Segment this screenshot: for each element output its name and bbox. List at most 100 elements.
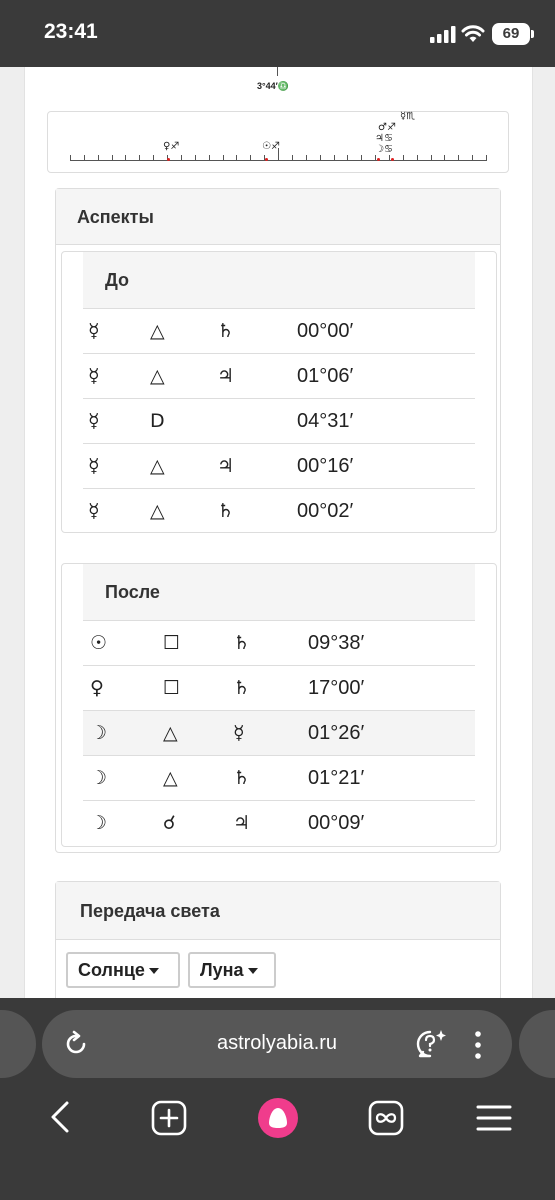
ruler-tick	[305, 155, 307, 161]
after-panel: После ☉ ☐ ♄ 09°38′ ♀ ☐ ♄ 17°00′ ☽ △ ☿ 01°26′ ☽ △ ♄ 01°2…	[61, 563, 497, 847]
aspect-planet-1: ☿	[88, 500, 100, 522]
ruler-tick	[291, 155, 293, 161]
aspect-orb: 00°09′	[308, 812, 365, 834]
planet-select-to[interactable]: Луна	[188, 952, 276, 988]
ruler-tick	[125, 155, 127, 161]
ruler-tick	[250, 155, 252, 161]
ruler-tick	[486, 155, 488, 161]
planet-select-to-value: Луна	[200, 960, 244, 980]
sun-dot	[265, 158, 268, 161]
aspect-planet-1: ☿	[88, 320, 100, 342]
back-icon[interactable]	[48, 1100, 72, 1134]
aspect-type: △	[163, 767, 178, 789]
aspect-planet-2: ♃	[233, 812, 251, 834]
aspect-orb: 00°16′	[297, 455, 354, 477]
menu-icon[interactable]	[476, 1104, 512, 1132]
aspect-row: ☽ △ ☿ 01°26′	[83, 710, 475, 755]
ruler-tick	[458, 155, 460, 161]
planet-marker-jupiter: ♃♋	[375, 133, 393, 144]
aspect-row: ☽ ☌ ♃ 00°09′	[83, 800, 475, 845]
light-transfer-header: Передача света	[56, 882, 500, 940]
aspect-type: △	[150, 320, 165, 342]
aspect-row: ☉ ☐ ♄ 09°38′	[83, 620, 475, 665]
new-tab-icon[interactable]	[151, 1100, 187, 1136]
mercury-dot	[391, 158, 394, 161]
aspect-planet-2: ♃	[217, 365, 235, 387]
light-transfer-title: Передача света	[80, 901, 220, 921]
aspect-orb: 17°00′	[308, 677, 365, 699]
ruler-tick	[361, 155, 363, 161]
ruler-tick	[139, 155, 141, 161]
aspect-row: ☿ △ ♄ 00°02′	[83, 488, 475, 533]
aspects-header: Аспекты	[56, 189, 500, 245]
aspect-row: ☿ △ ♃ 00°16′	[83, 443, 475, 488]
address-bar[interactable]: astrolyabia.ru	[42, 1010, 512, 1078]
ruler-tick	[402, 155, 404, 161]
ruler-tick	[208, 155, 210, 161]
aspect-planet-2: ♄	[217, 500, 235, 522]
aspect-type: ☐	[163, 632, 181, 654]
aspect-type: △	[150, 455, 165, 477]
aspect-planet-1: ☿	[88, 410, 100, 432]
after-header: После	[83, 564, 475, 620]
aspect-planet-1: ☉	[90, 632, 108, 654]
aspect-planet-1: ☽	[90, 767, 108, 789]
ruler-tick	[222, 155, 224, 161]
aspect-orb: 01°21′	[308, 767, 365, 789]
aspect-orb: 00°02′	[297, 500, 354, 522]
aspect-row: ☽ △ ♄ 01°21′	[83, 755, 475, 800]
status-bar: 23:41 69	[0, 0, 555, 67]
aspect-type: ☌	[163, 812, 176, 834]
aspect-orb: 09°38′	[308, 632, 365, 654]
ruler-tick	[333, 155, 335, 161]
aspect-planet-2: ♄	[233, 677, 251, 699]
web-page: 3°44′♎ ♀♐ ☉♐ ☿♏ ♂♐ ♃♋ ☽♋ Аспекты До ☿ △ ♄ 0…	[24, 67, 533, 1011]
ruler-tick	[180, 155, 182, 161]
top-degree-label: 3°44′♎	[257, 81, 289, 91]
planet-marker-moon: ☽♋	[375, 144, 393, 155]
ruler-tick	[97, 155, 99, 161]
aspect-planet-1: ♀	[90, 677, 104, 699]
more-vertical-icon[interactable]	[472, 1030, 484, 1060]
after-title: После	[105, 582, 160, 602]
aspect-type: △	[150, 365, 165, 387]
planet-marker-sun: ☉♐	[262, 141, 280, 152]
aspect-type: △	[150, 500, 165, 522]
aspect-type: D	[150, 410, 165, 432]
venus-dot	[167, 158, 170, 161]
alice-assistant-icon[interactable]	[257, 1097, 299, 1139]
aspect-row: ☿ △ ♄ 00°00′	[83, 308, 475, 353]
aspect-orb: 00°00′	[297, 320, 354, 342]
planet-marker-venus: ♀♐	[163, 141, 180, 152]
ruler-tick	[375, 155, 377, 161]
ruler-tick	[319, 155, 321, 161]
chevron-down-icon	[247, 968, 258, 975]
aspect-type: △	[163, 722, 178, 744]
tabs-icon[interactable]	[368, 1100, 404, 1136]
aspects-title: Аспекты	[77, 207, 154, 227]
ruler-tick	[472, 155, 474, 161]
planet-select-from-value: Солнце	[78, 960, 145, 980]
aspect-planet-2: ♄	[233, 632, 251, 654]
ruler-tick	[236, 155, 238, 161]
wifi-icon	[461, 25, 485, 42]
ruler-tick	[70, 155, 71, 161]
ruler-tick	[153, 155, 155, 161]
degree-marker	[277, 67, 278, 76]
ai-assistant-icon[interactable]	[414, 1028, 448, 1060]
planet-marker-mars: ♂♐	[378, 122, 396, 133]
aspect-planet-2: ☿	[233, 722, 245, 744]
planet-select-from[interactable]: Солнце	[66, 952, 180, 988]
aspect-orb: 01°06′	[297, 365, 354, 387]
ruler-tick	[111, 155, 113, 161]
aspect-row: ☿ D 04°31′	[83, 398, 475, 443]
aspect-planet-2: ♄	[233, 767, 251, 789]
planet-marker-mercury: ☿♏	[400, 111, 416, 122]
aspect-planet-1: ☿	[88, 365, 100, 387]
aspect-row: ♀ ☐ ♄ 17°00′	[83, 665, 475, 710]
aspect-type: ☐	[163, 677, 181, 699]
ruler-tick	[347, 155, 349, 161]
battery-icon: 69	[492, 23, 534, 45]
planet-ruler: ♀♐ ☉♐ ☿♏ ♂♐ ♃♋ ☽♋	[47, 111, 509, 173]
before-panel: До ☿ △ ♄ 00°00′ ☿ △ ♃ 01°06′ ☿ D 04°31′ ☿ △ ♃ 00°16′ ☿ △…	[61, 251, 497, 533]
